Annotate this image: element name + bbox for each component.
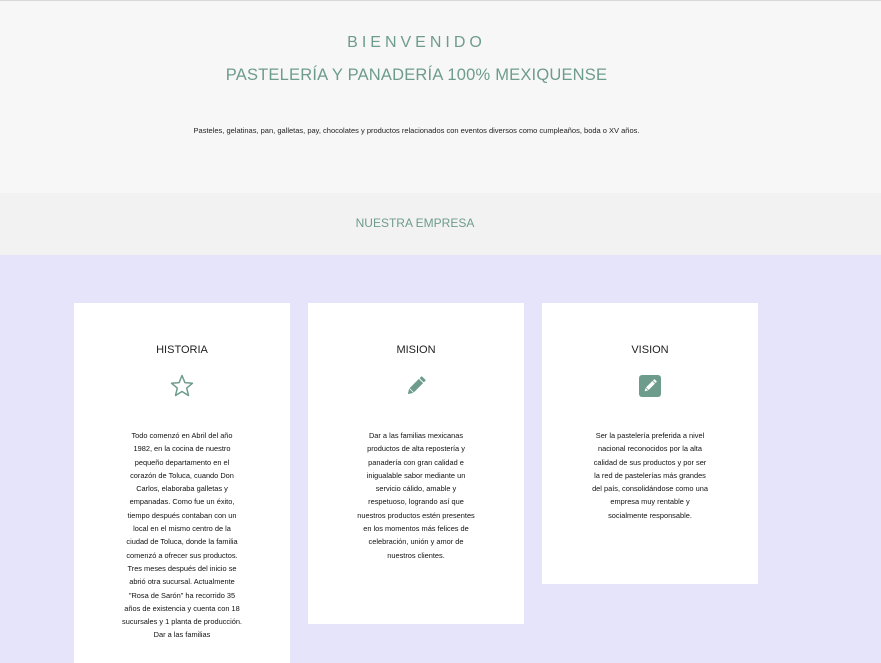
card-title: MISION	[396, 344, 436, 356]
card-historia: HISTORIA Todo comenzó en Abril del año 1…	[74, 303, 290, 663]
card-vision: VISION Ser la pastelería preferida a niv…	[542, 303, 758, 584]
card-mision: MISION Dar a las familias mexicanas prod…	[308, 303, 524, 624]
card-title: HISTORIA	[156, 344, 208, 356]
pencil-square-icon	[639, 375, 661, 397]
card-text: Dar a las familias mexicanas productos d…	[357, 431, 475, 560]
company-section-header: NUESTRA EMPRESA	[0, 193, 881, 255]
hero-title: PASTELERÍA Y PANADERÍA 100% MEXIQUENSE	[225, 66, 608, 84]
card-text: Todo comenzó en Abril del año 1982, en l…	[122, 431, 242, 640]
pencil-icon	[407, 376, 426, 395]
hero-description: Pasteles, gelatinas, pan, galletas, pay,…	[193, 126, 640, 135]
welcome-hero: BIENVENIDO PASTELERÍA Y PANADERÍA 100% M…	[0, 1, 881, 193]
card-text: Ser la pastelería preferida a nivel naci…	[592, 431, 708, 520]
welcome-kicker: BIENVENIDO	[347, 34, 486, 51]
card-title: VISION	[631, 344, 669, 356]
star-outline-icon	[170, 374, 194, 397]
section-title: NUESTRA EMPRESA	[355, 216, 475, 230]
